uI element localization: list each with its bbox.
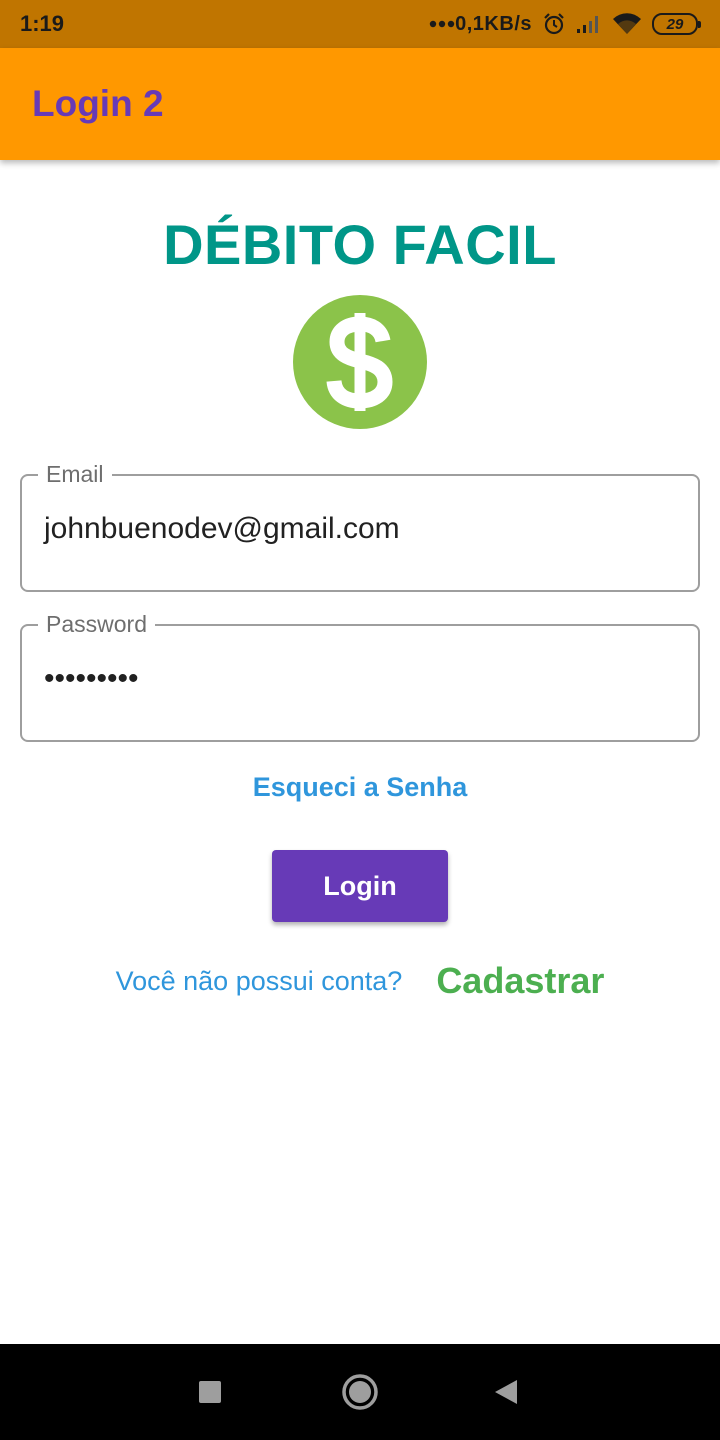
password-label: Password xyxy=(38,610,155,638)
network-speed: 0,1KB/s xyxy=(455,12,532,35)
wifi-icon xyxy=(612,13,642,35)
status-time: 1:19 xyxy=(20,11,65,36)
login-button[interactable]: Login xyxy=(272,850,448,922)
signal-icon xyxy=(576,14,602,34)
app-bar-title: Login 2 xyxy=(32,83,164,124)
password-field[interactable]: Password ••••••••• xyxy=(20,610,700,742)
alarm-icon xyxy=(542,12,566,36)
more-dots-icon xyxy=(429,20,455,28)
navigation-bar xyxy=(0,1344,720,1440)
signup-row: Você não possui conta? Cadastrar xyxy=(0,960,720,1002)
password-input[interactable]: ••••••••• xyxy=(44,662,678,696)
home-icon[interactable] xyxy=(312,1344,408,1440)
email-label: Email xyxy=(38,460,112,488)
email-input[interactable]: johnbuenodev@gmail.com xyxy=(44,512,678,546)
app-bar: Login 2 xyxy=(0,48,720,160)
dollar-icon xyxy=(293,295,427,429)
battery-icon: 29 xyxy=(652,13,701,35)
back-icon[interactable] xyxy=(458,1344,554,1440)
forgot-password-link[interactable]: Esqueci a Senha xyxy=(0,772,720,803)
status-bar: 1:19 0,1KB/s 29 xyxy=(0,0,720,48)
status-icons: 0,1KB/s 29 xyxy=(429,12,701,36)
signup-question: Você não possui conta? xyxy=(115,965,403,996)
signup-link[interactable]: Cadastrar xyxy=(436,960,604,1002)
brand-title: DÉBITO FACIL xyxy=(163,213,557,276)
recents-icon[interactable] xyxy=(162,1344,258,1440)
battery-level: 29 xyxy=(666,15,684,33)
email-field[interactable]: Email johnbuenodev@gmail.com xyxy=(20,460,700,592)
